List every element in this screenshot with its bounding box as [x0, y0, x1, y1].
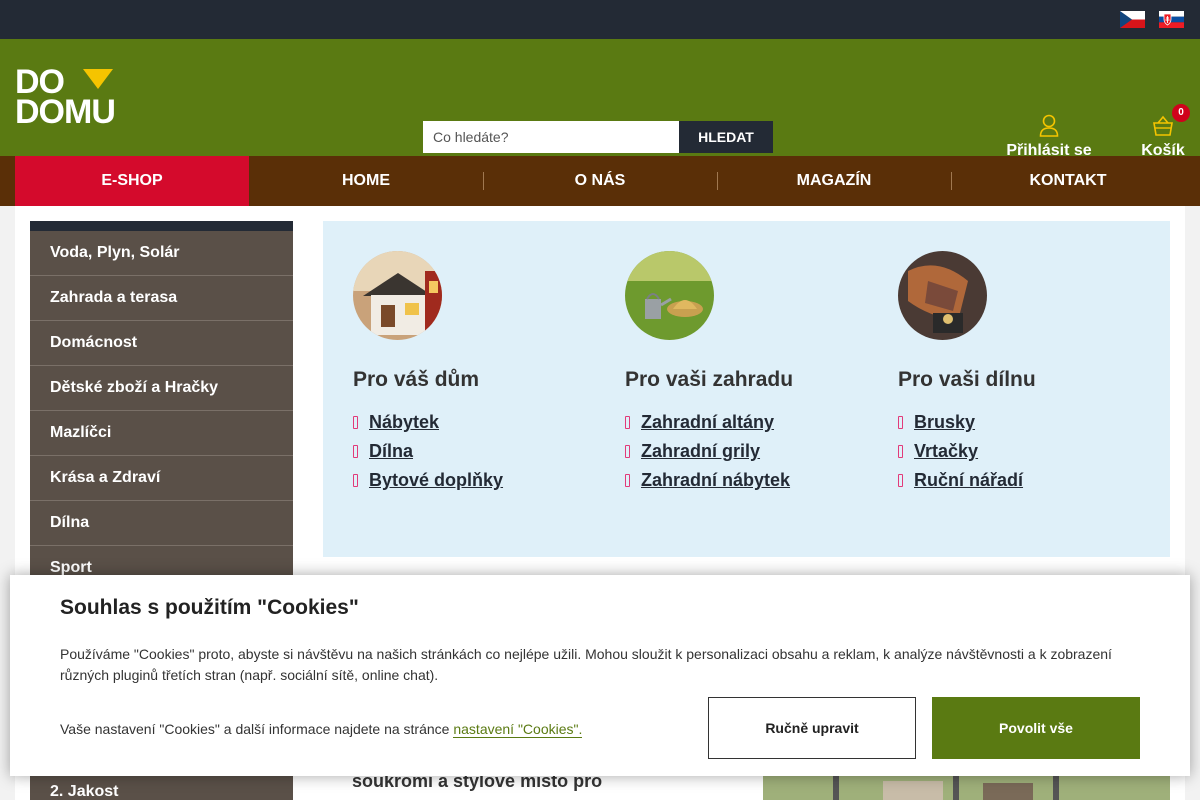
link-list: Nábytek Dílna Bytové doplňky [353, 412, 613, 499]
bullet-icon [353, 474, 358, 487]
list-item: Nábytek [353, 412, 613, 441]
category-jakost[interactable]: 2. Jakost [30, 776, 293, 800]
sidebar-header-bar [30, 221, 293, 231]
link-zahradni-nabytek[interactable]: Zahradní nábytek [641, 470, 790, 490]
link-zahradni-altany[interactable]: Zahradní altány [641, 412, 774, 432]
logo[interactable]: DO DOMU [15, 65, 155, 137]
list-item: Brusky [898, 412, 1158, 441]
top-bar [0, 0, 1200, 39]
link-list: Zahradní altány Zahradní grily Zahradní … [625, 412, 885, 499]
bullet-icon [625, 416, 630, 429]
list-item: Vrtačky [898, 441, 1158, 470]
cookie-settings-link[interactable]: nastavení "Cookies". [453, 721, 583, 738]
list-item: Ruční nářadí [898, 470, 1158, 499]
nav-magazin[interactable]: MAGAZÍN [717, 156, 951, 206]
link-list: Brusky Vrtačky Ruční nářadí [898, 412, 1158, 499]
czech-flag-icon[interactable] [1120, 11, 1145, 28]
nav-home[interactable]: HOME [249, 156, 483, 206]
link-vrtacky[interactable]: Vrtačky [914, 441, 978, 461]
manual-settings-button[interactable]: Ručně upravit [708, 697, 916, 759]
list-item: Zahradní altány [625, 412, 885, 441]
basket-icon [1153, 115, 1173, 136]
bullet-icon [353, 416, 358, 429]
column-zahrada: Pro vaši zahradu Zahradní altány Zahradn… [625, 251, 885, 499]
search-button[interactable]: HLEDAT [679, 121, 773, 153]
category-zahrada-terasa[interactable]: Zahrada a terasa [30, 276, 293, 321]
login-button[interactable]: Přihlásit se [1000, 114, 1098, 160]
category-voda-plyn-solar[interactable]: Voda, Plyn, Solár [30, 231, 293, 276]
category-domacnost[interactable]: Domácnost [30, 321, 293, 366]
cookie-title: Souhlas s použitím "Cookies" [60, 596, 359, 619]
list-item: Dílna [353, 441, 613, 470]
house-photo[interactable] [353, 251, 442, 340]
bullet-icon [898, 474, 903, 487]
column-title: Pro váš dům [353, 368, 480, 391]
category-sidebar: Voda, Plyn, Solár Zahrada a terasa Domác… [30, 221, 293, 591]
cookie-settings-label: Vaše nastavení "Cookies" a další informa… [60, 721, 454, 737]
column-title: Pro vaši dílnu [898, 368, 1036, 391]
slovak-flag-icon[interactable] [1159, 11, 1184, 28]
link-dilna[interactable]: Dílna [369, 441, 413, 461]
list-item: Zahradní grily [625, 441, 885, 470]
search-input[interactable] [423, 121, 679, 153]
user-icon [1039, 114, 1059, 137]
bullet-icon [353, 445, 358, 458]
column-title: Pro vaši zahradu [625, 368, 794, 391]
nav-kontakt[interactable]: KONTAKT [951, 156, 1185, 206]
workshop-photo[interactable] [898, 251, 987, 340]
cookie-description: Používáme "Cookies" proto, abyste si náv… [60, 646, 1112, 683]
bullet-icon [625, 474, 630, 487]
bullet-icon [898, 416, 903, 429]
garden-photo[interactable] [625, 251, 714, 340]
cookie-consent-dialog: Souhlas s použitím "Cookies" Používáme "… [10, 575, 1190, 776]
nav-o-nas[interactable]: O NÁS [483, 156, 717, 206]
site-header: DO DOMU HLEDAT Přihlásit se Košík 0 [0, 39, 1200, 159]
logo-triangle-icon [83, 69, 113, 89]
bullet-icon [898, 445, 903, 458]
link-zahradni-grily[interactable]: Zahradní grily [641, 441, 760, 461]
cart-count-badge: 0 [1172, 104, 1190, 122]
bullet-icon [625, 445, 630, 458]
category-mazlicci[interactable]: Mazlíčci [30, 411, 293, 456]
column-dilna: Pro vaši dílnu Brusky Vrtačky Ruční nářa… [898, 251, 1158, 499]
link-rucni-naradi[interactable]: Ruční nářadí [914, 470, 1023, 490]
link-bytove-doplnky[interactable]: Bytové doplňky [369, 470, 503, 490]
cookie-settings-text: Vaše nastavení "Cookies" a další informa… [60, 721, 583, 738]
category-detske-zbozi[interactable]: Dětské zboží a Hračky [30, 366, 293, 411]
list-item: Zahradní nábytek [625, 470, 885, 499]
allow-all-button[interactable]: Povolit vše [932, 697, 1140, 759]
nav-eshop[interactable]: E-SHOP [15, 156, 249, 206]
column-dum: Pro váš dům Nábytek Dílna Bytové doplňky [353, 251, 613, 499]
category-dilna[interactable]: Dílna [30, 501, 293, 546]
category-krasa-zdravi[interactable]: Krása a Zdraví [30, 456, 293, 501]
link-brusky[interactable]: Brusky [914, 412, 975, 432]
category-panel: Pro váš dům Nábytek Dílna Bytové doplňky [323, 221, 1170, 557]
logo-line2: DOMU [15, 93, 116, 131]
main-nav: E-SHOP HOME O NÁS MAGAZÍN KONTAKT [0, 156, 1200, 206]
link-nabytek[interactable]: Nábytek [369, 412, 439, 432]
list-item: Bytové doplňky [353, 470, 613, 499]
